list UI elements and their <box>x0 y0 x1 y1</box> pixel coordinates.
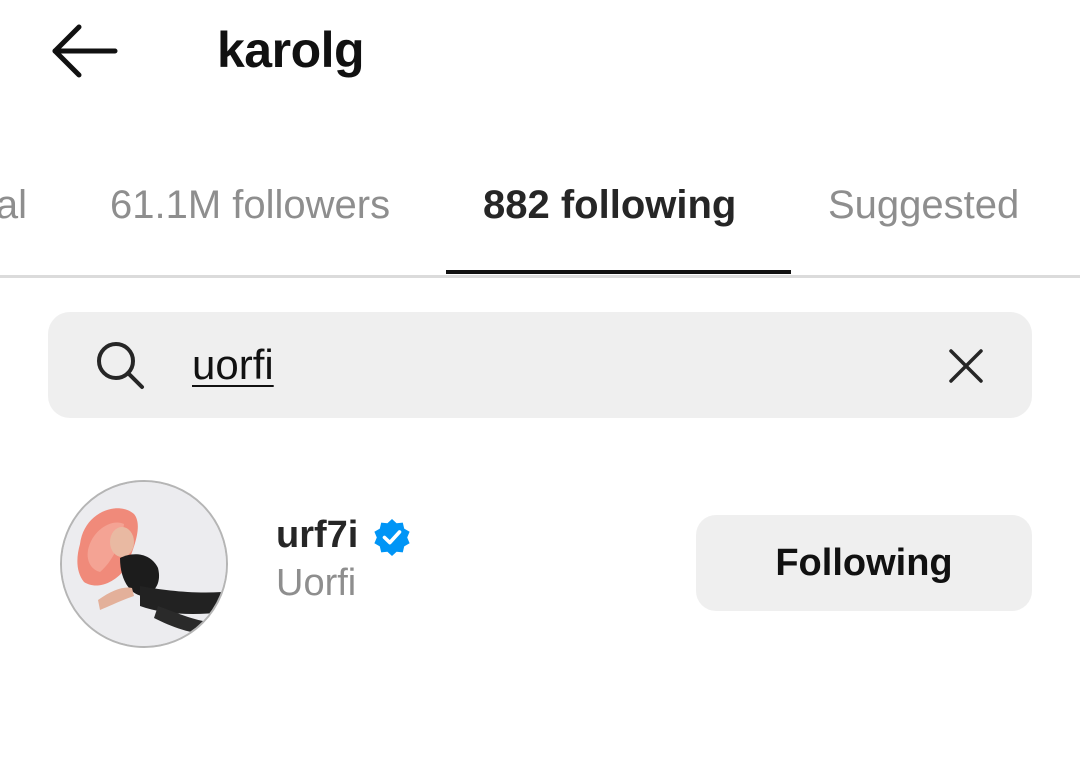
tab-followers[interactable]: 61.1M followers <box>110 180 390 230</box>
following-button[interactable]: Following <box>696 515 1032 611</box>
active-tab-indicator <box>446 270 791 274</box>
profile-photo <box>62 482 226 646</box>
page-title: karolg <box>217 22 365 78</box>
following-list-screen: karolg Mutual 61.1M followers 882 follow… <box>0 0 1080 763</box>
clear-search-button[interactable] <box>940 340 992 392</box>
tab-following[interactable]: 882 following <box>483 180 736 230</box>
list-item[interactable]: urf7i Uorfi Following <box>0 470 1080 660</box>
search-icon <box>97 342 144 389</box>
header: karolg <box>0 0 1080 110</box>
arrow-left-icon <box>52 24 118 78</box>
avatar[interactable] <box>60 480 228 648</box>
close-icon <box>949 349 983 383</box>
tab-bar: Mutual 61.1M followers 882 following Sug… <box>0 160 1080 278</box>
tab-mutual[interactable]: Mutual <box>0 180 27 230</box>
result-username[interactable]: urf7i <box>276 512 358 558</box>
search-input[interactable] <box>192 337 892 393</box>
verified-badge-icon <box>374 519 410 556</box>
back-button[interactable] <box>44 18 124 84</box>
tab-suggested[interactable]: Suggested <box>828 180 1019 230</box>
result-full-name: Uorfi <box>276 562 357 604</box>
